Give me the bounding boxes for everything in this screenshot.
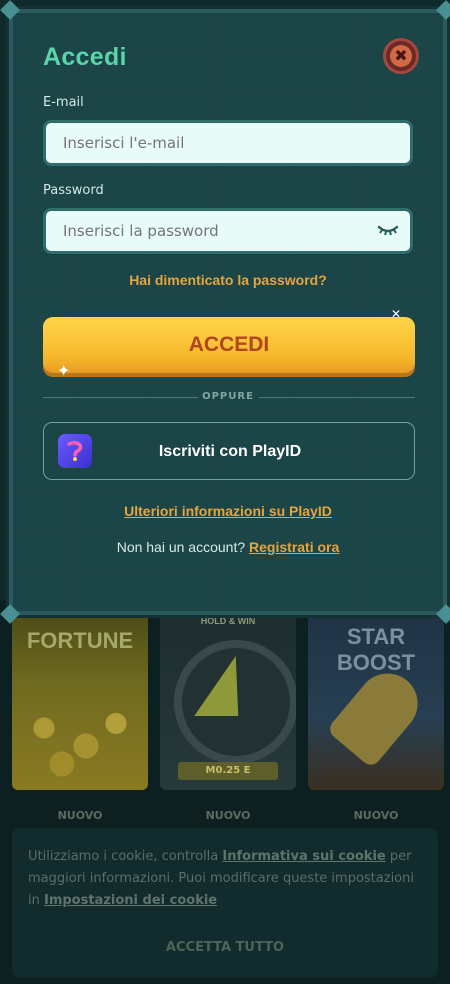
- hide-password-icon[interactable]: [377, 221, 399, 237]
- game-tile-fortune[interactable]: FORTUNE: [12, 610, 148, 790]
- game-tile-star-boost[interactable]: STAR BOOST: [308, 610, 444, 790]
- email-label: E-mail: [43, 95, 84, 110]
- password-field[interactable]: [43, 208, 413, 254]
- playid-info-link[interactable]: Ulteriori informazioni su PlayID: [9, 503, 447, 519]
- jackpot-amount: M0.25 E: [178, 762, 278, 780]
- new-badge: NUOVO: [12, 805, 148, 827]
- cookie-banner: Utilizziamo i cookie, controlla Informat…: [12, 828, 438, 978]
- game-title: FORTUNE: [26, 628, 134, 653]
- password-label: Password: [43, 183, 104, 198]
- close-button[interactable]: ✖: [383, 38, 419, 74]
- login-modal: Accedi ✖ E-mail Password Hai dimenticato…: [0, 0, 450, 624]
- playid-button-label: Iscriviti con PlayID: [158, 443, 302, 460]
- close-icon: ✖: [390, 45, 412, 67]
- cookie-policy-link[interactable]: Informativa sui cookie: [222, 849, 385, 864]
- cookie-settings-link[interactable]: Impostazioni dei cookie: [44, 893, 217, 908]
- cookie-text: Utilizziamo i cookie, controlla Informat…: [28, 846, 423, 912]
- playid-signup-button[interactable]: Iscriviti con PlayID: [43, 422, 415, 480]
- frame-ornament: [436, 0, 450, 20]
- coins-artwork: [20, 692, 140, 782]
- email-field[interactable]: [43, 120, 413, 166]
- no-account-row: Non hai un account? Registrati ora: [9, 539, 447, 555]
- new-badge: NUOVO: [160, 805, 296, 827]
- game-tile-hold-win[interactable]: HOLD & WIN M0.25 E: [160, 610, 296, 790]
- sparkle-icon: ✕: [391, 307, 402, 321]
- frame-ornament: [0, 0, 20, 20]
- rocket-artwork: [326, 661, 430, 769]
- no-account-text: Non hai un account?: [116, 539, 246, 555]
- forgot-password-link[interactable]: Hai dimenticato la password?: [9, 272, 447, 288]
- cookie-text-part: Utilizziamo i cookie, controlla: [28, 849, 223, 864]
- login-button[interactable]: ACCEDI: [43, 317, 415, 373]
- game-title: STAR BOOST: [336, 624, 416, 675]
- sparkle-icon: ✦: [57, 361, 71, 380]
- divider-line: [259, 397, 415, 398]
- new-badge: NUOVO: [308, 805, 444, 827]
- accept-all-button[interactable]: ACCETTA TUTTO: [28, 932, 422, 964]
- modal-title: Accedi: [43, 43, 127, 71]
- register-link[interactable]: Registrati ora: [249, 539, 339, 555]
